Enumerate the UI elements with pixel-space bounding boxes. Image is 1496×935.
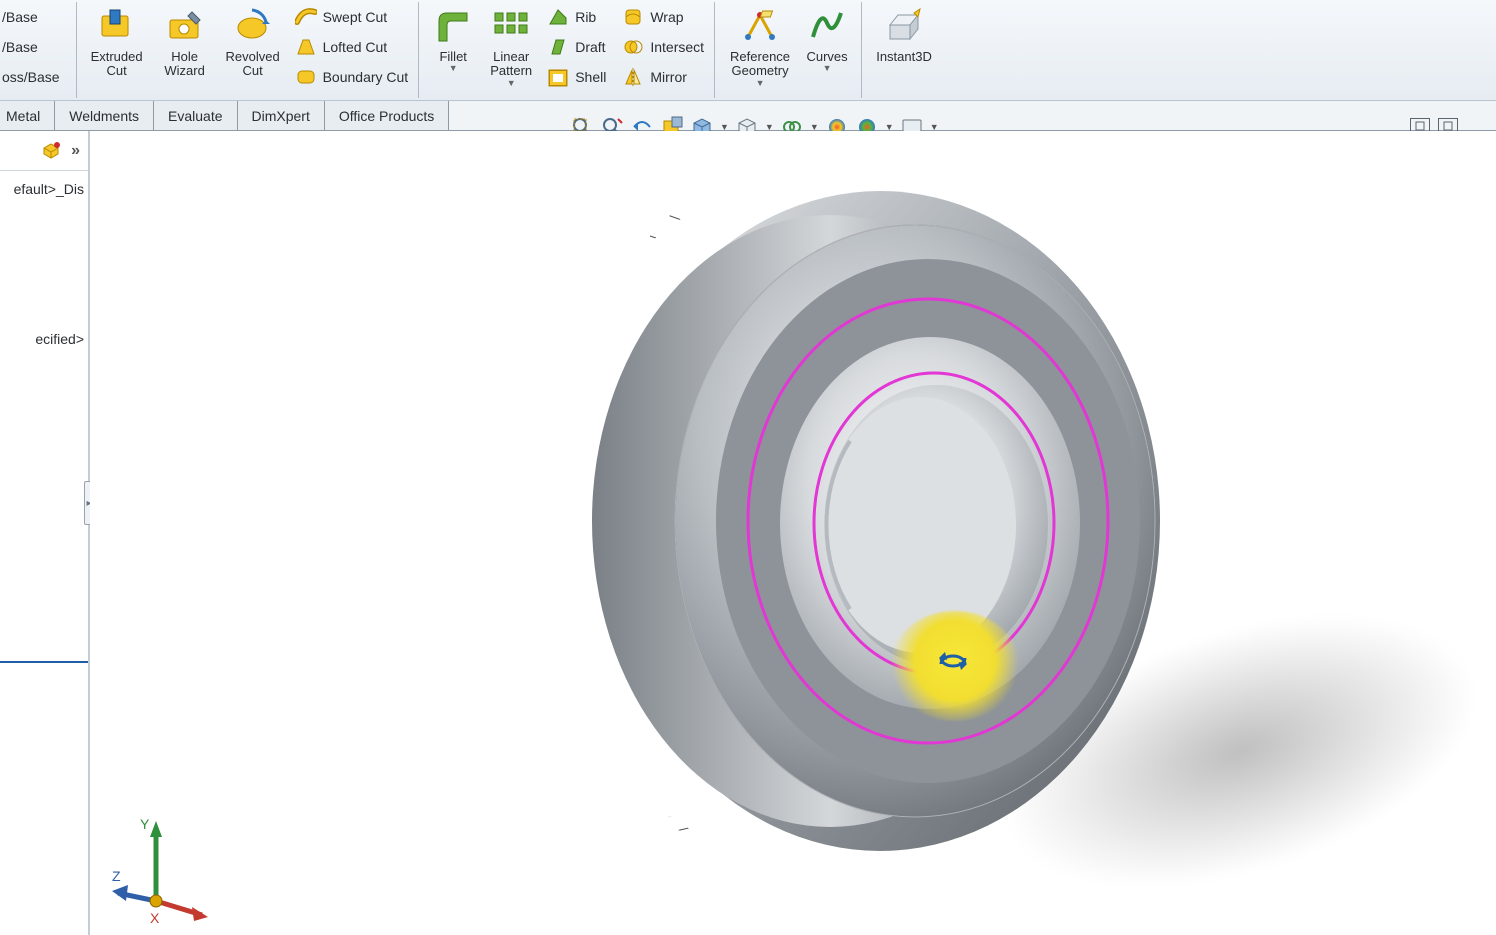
lofted-cut-button[interactable]: Lofted Cut [291,32,413,62]
instant3d-label: Instant3D [876,50,932,64]
wrap-icon [622,6,644,28]
wrap-label: Wrap [650,9,683,25]
intersect-label: Intersect [650,39,704,55]
shell-label: Shell [575,69,606,85]
lofted-cut-label: Lofted Cut [323,39,388,55]
reference-geometry-button[interactable]: Reference Geometry ▼ [721,2,799,88]
shell-icon [547,66,569,88]
boundary-cut-icon [295,66,317,88]
triad-z-label: Z [112,868,121,884]
draft-label: Draft [575,39,605,55]
tab-evaluate[interactable]: Evaluate [154,101,237,130]
extruded-cut-icon [96,6,138,48]
swept-cut-icon [295,6,317,28]
hole-wizard-label: Hole Wizard [164,50,204,79]
feature-manager-tab-icon[interactable] [41,141,61,161]
rib-icon [547,6,569,28]
tree-item-material[interactable]: ecified> [0,321,88,351]
instant3d-icon [883,6,925,48]
chevron-down-icon: ▼ [507,79,516,88]
shell-button[interactable]: Shell [543,62,610,92]
rib-label: Rib [575,9,596,25]
linear-pattern-label: Linear Pattern [490,50,532,79]
triad-y-label: Y [140,816,150,832]
draft-icon [547,36,569,58]
view-triad: Y X Z [110,815,210,925]
ribbon-group-boss-base: /Base /Base oss/Base [0,2,77,98]
revolved-cut-button[interactable]: Revolved Cut [219,2,287,79]
tab-sheet-metal[interactable]: Metal [0,101,55,130]
curves-icon [806,6,848,48]
instant3d-button[interactable]: Instant3D [868,2,940,64]
hole-wizard-button[interactable]: Hole Wizard [151,2,219,79]
feature-manager-panel: » efault>_Dis ecified> ▸ [0,131,90,935]
chevron-down-icon: ▼ [449,64,458,73]
tree-separator [0,661,88,663]
hole-wizard-icon [164,6,206,48]
expand-panel-icon[interactable]: » [71,142,80,160]
tab-weldments[interactable]: Weldments [55,101,154,130]
swept-boss-base-label[interactable]: /Base [2,2,70,32]
swept-cut-button[interactable]: Swept Cut [291,2,413,32]
mirror-button[interactable]: Mirror [618,62,708,92]
linear-pattern-icon [490,6,532,48]
linear-pattern-button[interactable]: Linear Pattern ▼ [481,2,541,88]
chevron-down-icon: ▼ [756,79,765,88]
tab-dimxpert[interactable]: DimXpert [238,101,325,130]
model-pulley [520,141,1240,901]
reference-geometry-icon [739,6,781,48]
ribbon-group-features: Fillet ▼ Linear Pattern ▼ Rib [419,2,715,98]
fillet-icon [432,6,474,48]
wrap-button[interactable]: Wrap [618,2,708,32]
intersect-button[interactable]: Intersect [618,32,708,62]
tree-item-display-state[interactable]: efault>_Dis [0,171,88,201]
rotate-view-cursor-icon [935,646,971,676]
graphics-viewport[interactable]: Y X Z [90,131,1496,935]
rib-button[interactable]: Rib [543,2,610,32]
triad-x-label: X [150,910,160,925]
boundary-boss-base-label[interactable]: oss/Base [2,62,70,92]
reference-geometry-label: Reference Geometry [730,50,790,79]
intersect-icon [622,36,644,58]
ribbon-group-instant3d: Instant3D [862,2,946,98]
lofted-cut-icon [295,36,317,58]
lofted-boss-base-label[interactable]: /Base [2,32,70,62]
feature-manager-tabs: » [0,131,88,171]
swept-cut-label: Swept Cut [323,9,388,25]
boundary-cut-label: Boundary Cut [323,69,409,85]
ribbon-group-cut: Extruded Cut Hole Wizard Revolved Cut Sw… [77,2,420,98]
extruded-cut-button[interactable]: Extruded Cut [83,2,151,79]
fillet-label: Fillet [439,50,466,64]
mirror-label: Mirror [650,69,687,85]
revolved-cut-icon [232,6,274,48]
revolved-cut-label: Revolved Cut [225,50,279,79]
tab-office-products[interactable]: Office Products [325,101,449,130]
boundary-cut-button[interactable]: Boundary Cut [291,62,413,92]
draft-button[interactable]: Draft [543,32,610,62]
curves-button[interactable]: Curves ▼ [799,2,855,73]
curves-label: Curves [806,50,847,64]
extruded-cut-label: Extruded Cut [91,50,143,79]
ribbon: /Base /Base oss/Base Extruded Cut Hole W… [0,0,1496,101]
chevron-down-icon: ▼ [823,64,832,73]
fillet-button[interactable]: Fillet ▼ [425,2,481,73]
mirror-icon [622,66,644,88]
ribbon-group-reference: Reference Geometry ▼ Curves ▼ [715,2,862,98]
